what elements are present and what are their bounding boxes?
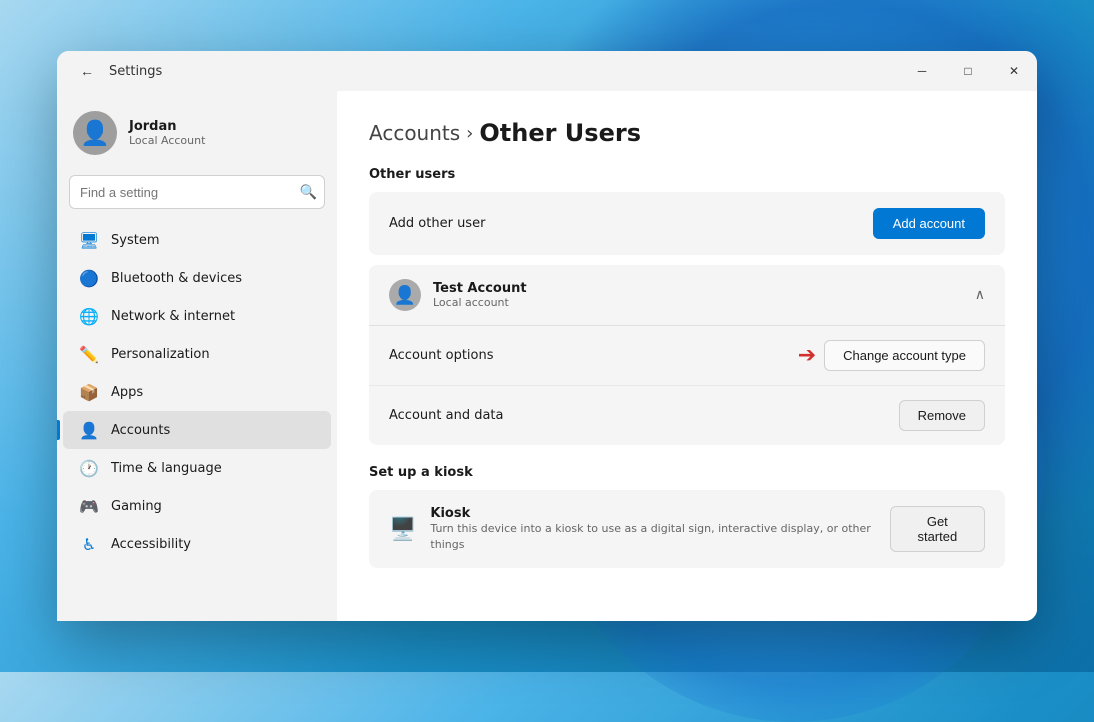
test-account-header[interactable]: 👤 Test Account Local account ∧ xyxy=(369,265,1005,325)
kiosk-text: Kiosk Turn this device into a kiosk to u… xyxy=(430,506,875,552)
arrow-indicator: ➔ Change account type xyxy=(798,340,985,371)
kiosk-icon: 🖥️ xyxy=(389,517,416,542)
user-section: 👤 Jordan Local Account xyxy=(57,99,337,175)
user-name: Jordan xyxy=(129,119,205,134)
main-content: 👤 Jordan Local Account 🔍 🖥 System 🔵 Blue… xyxy=(57,91,1037,621)
sidebar-item-label: Accessibility xyxy=(111,537,191,552)
kiosk-section: Set up a kiosk 🖥️ Kiosk Turn this device… xyxy=(369,465,1005,568)
user-type: Local Account xyxy=(129,134,205,147)
titlebar-left: ← Settings xyxy=(73,57,162,85)
sidebar-item-personalization[interactable]: ✏️ Personalization xyxy=(63,335,331,373)
network-icon: 🌐 xyxy=(79,306,99,326)
sidebar-item-label: Gaming xyxy=(111,499,162,514)
change-account-type-button[interactable]: Change account type xyxy=(824,340,985,371)
sidebar-item-label: Accounts xyxy=(111,423,170,438)
test-account-card: 👤 Test Account Local account ∧ Account o… xyxy=(369,265,1005,445)
sidebar-item-accounts[interactable]: 👤 Accounts xyxy=(63,411,331,449)
sidebar-item-network[interactable]: 🌐 Network & internet xyxy=(63,297,331,335)
test-account-name: Test Account xyxy=(433,281,527,296)
add-other-user-label: Add other user xyxy=(389,216,485,231)
test-account-left: 👤 Test Account Local account xyxy=(389,279,527,311)
sidebar-item-accessibility[interactable]: ♿ Accessibility xyxy=(63,525,331,563)
sidebar-item-bluetooth[interactable]: 🔵 Bluetooth & devices xyxy=(63,259,331,297)
breadcrumb-parent[interactable]: Accounts xyxy=(369,121,460,145)
kiosk-btn-wrap: Get started xyxy=(890,506,985,552)
search-input[interactable] xyxy=(69,175,325,209)
sidebar-item-gaming[interactable]: 🎮 Gaming xyxy=(63,487,331,525)
search-icon[interactable]: 🔍 xyxy=(300,184,317,201)
settings-window: ← Settings ─ □ ✕ 👤 Jordan Local Account xyxy=(57,51,1037,621)
back-icon: ← xyxy=(80,63,94,79)
add-account-button[interactable]: Add account xyxy=(873,208,985,239)
search-box: 🔍 xyxy=(69,175,325,209)
add-account-card: Add other user Add account xyxy=(369,192,1005,255)
kiosk-row: 🖥️ Kiosk Turn this device into a kiosk t… xyxy=(369,490,1005,568)
breadcrumb-current: Other Users xyxy=(479,119,641,147)
test-account-body: Account options ➔ Change account type Ac… xyxy=(369,325,1005,445)
get-started-button[interactable]: Get started xyxy=(890,506,985,552)
sidebar-item-label: System xyxy=(111,233,159,248)
minimize-button[interactable]: ─ xyxy=(899,51,945,91)
test-account-avatar-icon: 👤 xyxy=(394,285,416,306)
close-button[interactable]: ✕ xyxy=(991,51,1037,91)
time-icon: 🕐 xyxy=(79,458,99,478)
system-icon: 🖥 xyxy=(79,230,99,250)
gaming-icon: 🎮 xyxy=(79,496,99,516)
maximize-button[interactable]: □ xyxy=(945,51,991,91)
sidebar-item-label: Apps xyxy=(111,385,143,400)
accounts-icon: 👤 xyxy=(79,420,99,440)
sidebar-item-label: Bluetooth & devices xyxy=(111,271,242,286)
chevron-up-icon: ∧ xyxy=(975,287,985,303)
test-account-info: Test Account Local account xyxy=(433,281,527,309)
sidebar-item-time[interactable]: 🕐 Time & language xyxy=(63,449,331,487)
bluetooth-icon: 🔵 xyxy=(79,268,99,288)
kiosk-card: 🖥️ Kiosk Turn this device into a kiosk t… xyxy=(369,490,1005,568)
content-area: Accounts › Other Users Other users Add o… xyxy=(337,91,1037,621)
red-arrow-icon: ➔ xyxy=(798,343,816,368)
sidebar-item-system[interactable]: 🖥 System xyxy=(63,221,331,259)
sidebar: 👤 Jordan Local Account 🔍 🖥 System 🔵 Blue… xyxy=(57,91,337,621)
test-account-type: Local account xyxy=(433,296,527,309)
sidebar-item-label: Time & language xyxy=(111,461,222,476)
add-account-row: Add other user Add account xyxy=(369,192,1005,255)
sidebar-item-label: Network & internet xyxy=(111,309,235,324)
personalization-icon: ✏️ xyxy=(79,344,99,364)
avatar-icon: 👤 xyxy=(80,119,110,147)
back-button[interactable]: ← xyxy=(73,57,101,85)
user-info: Jordan Local Account xyxy=(129,119,205,147)
other-users-section-title: Other users xyxy=(369,167,1005,182)
remove-button[interactable]: Remove xyxy=(899,400,985,431)
window-controls: ─ □ ✕ xyxy=(899,51,1037,91)
sidebar-item-apps[interactable]: 📦 Apps xyxy=(63,373,331,411)
account-data-row: Account and data Remove xyxy=(369,386,1005,445)
window-title: Settings xyxy=(109,64,162,79)
apps-icon: 📦 xyxy=(79,382,99,402)
accessibility-icon: ♿ xyxy=(79,534,99,554)
avatar: 👤 xyxy=(73,111,117,155)
kiosk-section-title: Set up a kiosk xyxy=(369,465,1005,480)
kiosk-description: Turn this device into a kiosk to use as … xyxy=(430,521,875,552)
breadcrumb: Accounts › Other Users xyxy=(369,119,1005,147)
titlebar: ← Settings ─ □ ✕ xyxy=(57,51,1037,91)
sidebar-item-label: Personalization xyxy=(111,347,210,362)
account-options-label: Account options xyxy=(389,348,494,363)
account-data-label: Account and data xyxy=(389,408,504,423)
test-account-avatar: 👤 xyxy=(389,279,421,311)
kiosk-title: Kiosk xyxy=(430,506,875,521)
breadcrumb-separator: › xyxy=(466,123,473,144)
account-options-row: Account options ➔ Change account type xyxy=(369,326,1005,386)
